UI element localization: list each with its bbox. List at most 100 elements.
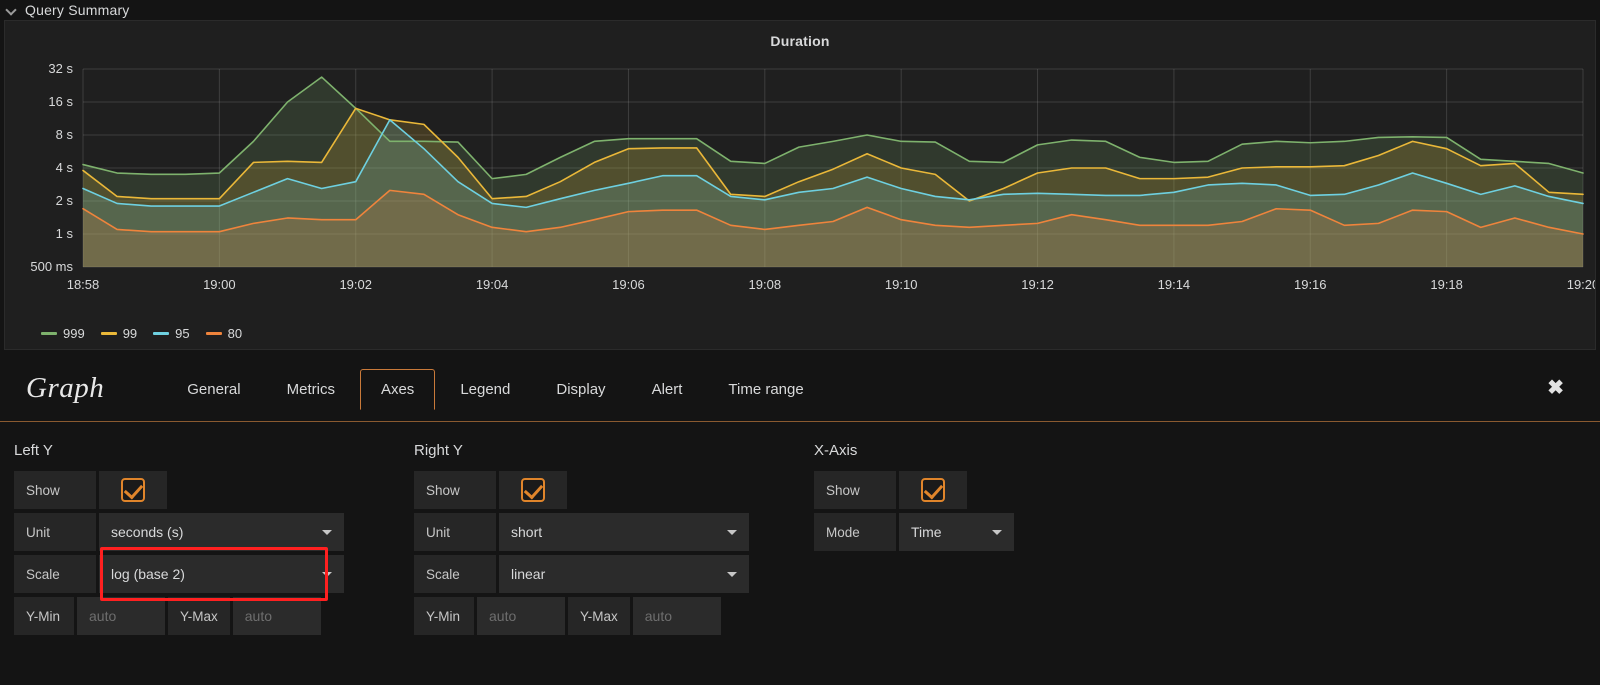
- x-tick-label: 18:58: [67, 277, 100, 292]
- left-y-unit-row: Unit seconds (s): [14, 513, 414, 551]
- x-axis-show-checkbox[interactable]: [921, 478, 945, 502]
- editor-tab-bar: Graph GeneralMetricsAxesLegendDisplayAle…: [0, 355, 1600, 422]
- tab-legend[interactable]: Legend: [439, 369, 531, 410]
- close-icon[interactable]: ✖: [1547, 378, 1564, 398]
- x-axis-mode-select[interactable]: Time: [899, 513, 1014, 551]
- x-axis-title: X-Axis: [814, 442, 1214, 459]
- tab-metrics[interactable]: Metrics: [266, 369, 356, 410]
- right-y-show-label: Show: [414, 471, 496, 509]
- right-y-ymin-input[interactable]: auto: [477, 597, 565, 635]
- x-tick-label: 19:00: [203, 277, 236, 292]
- legend-item[interactable]: 99: [101, 326, 137, 341]
- right-y-section: Right Y Show Unit short Scale: [414, 442, 814, 639]
- right-y-show-cell[interactable]: [499, 471, 567, 509]
- legend-label: 95: [175, 326, 189, 341]
- legend-color-swatch: [101, 332, 117, 335]
- left-y-ymin-input[interactable]: auto: [77, 597, 165, 635]
- x-axis-section: X-Axis Show Mode Time: [814, 442, 1214, 639]
- left-y-title: Left Y: [14, 442, 414, 459]
- x-axis-mode-row: Mode Time: [814, 513, 1214, 551]
- legend-label: 999: [63, 326, 85, 341]
- legend-item[interactable]: 95: [153, 326, 189, 341]
- right-y-title: Right Y: [414, 442, 814, 459]
- legend-color-swatch: [153, 332, 169, 335]
- y-tick-label: 2 s: [56, 193, 74, 208]
- x-tick-label: 19:10: [885, 277, 918, 292]
- panel-type-label: Graph: [0, 372, 164, 405]
- x-tick-label: 19:12: [1021, 277, 1054, 292]
- right-y-scale-row: Scale linear: [414, 555, 814, 593]
- row-title: Query Summary: [25, 2, 130, 18]
- left-y-unit-select[interactable]: seconds (s): [99, 513, 344, 551]
- editor-tabs: GeneralMetricsAxesLegendDisplayAlertTime…: [164, 368, 826, 409]
- y-tick-label: 1 s: [56, 226, 74, 241]
- left-y-scale-select[interactable]: log (base 2): [99, 555, 344, 593]
- left-y-ymax-label: Y-Max: [168, 597, 230, 635]
- legend-item[interactable]: 999: [41, 326, 85, 341]
- left-y-ymax-input[interactable]: auto: [233, 597, 321, 635]
- tab-axes[interactable]: Axes: [360, 369, 435, 410]
- legend-color-swatch: [206, 332, 222, 335]
- panel-editor: Graph GeneralMetricsAxesLegendDisplayAle…: [0, 355, 1600, 685]
- legend-label: 99: [123, 326, 137, 341]
- tab-time-range[interactable]: Time range: [707, 369, 824, 410]
- chevron-down-icon: [727, 572, 737, 577]
- right-y-show-row: Show: [414, 471, 814, 509]
- right-y-ymin-label: Y-Min: [414, 597, 474, 635]
- left-y-show-label: Show: [14, 471, 96, 509]
- chevron-down-icon: [992, 530, 1002, 535]
- right-y-minmax-row: Y-Min auto Y-Max auto: [414, 597, 814, 635]
- x-tick-label: 19:04: [476, 277, 509, 292]
- tab-alert[interactable]: Alert: [631, 369, 704, 410]
- chevron-down-icon: [322, 572, 332, 577]
- right-y-ymax-input[interactable]: auto: [633, 597, 721, 635]
- right-y-unit-select[interactable]: short: [499, 513, 749, 551]
- right-y-unit-label: Unit: [414, 513, 496, 551]
- panel-title: Duration: [5, 21, 1595, 49]
- right-y-scale-select[interactable]: linear: [499, 555, 749, 593]
- left-y-section: Left Y Show Unit seconds (s) Scale: [14, 442, 414, 639]
- x-axis-show-label: Show: [814, 471, 896, 509]
- y-tick-label: 4 s: [56, 160, 74, 175]
- legend-label: 80: [228, 326, 242, 341]
- left-y-unit-label: Unit: [14, 513, 96, 551]
- right-y-ymax-label: Y-Max: [568, 597, 630, 635]
- x-axis-show-row: Show: [814, 471, 1214, 509]
- graph-panel: Duration 32 s16 s8 s4 s2 s1 s500 ms18:58…: [4, 20, 1596, 350]
- right-y-scale-value: linear: [511, 566, 545, 582]
- legend-color-swatch: [41, 332, 57, 335]
- row-header[interactable]: Query Summary: [0, 0, 1600, 20]
- right-y-scale-label: Scale: [414, 555, 496, 593]
- left-y-show-cell[interactable]: [99, 471, 167, 509]
- left-y-ymin-label: Y-Min: [14, 597, 74, 635]
- chevron-down-icon[interactable]: [6, 5, 17, 16]
- x-tick-label: 19:20: [1567, 277, 1595, 292]
- tab-general[interactable]: General: [166, 369, 261, 410]
- x-tick-label: 19:16: [1294, 277, 1327, 292]
- left-y-scale-value: log (base 2): [111, 566, 185, 582]
- axes-settings: Left Y Show Unit seconds (s) Scale: [0, 422, 1600, 639]
- x-tick-label: 19:02: [339, 277, 372, 292]
- left-y-scale-row: Scale log (base 2): [14, 555, 414, 593]
- y-tick-label: 32 s: [48, 61, 73, 76]
- tab-display[interactable]: Display: [535, 369, 626, 410]
- left-y-scale-label: Scale: [14, 555, 96, 593]
- chevron-down-icon: [322, 530, 332, 535]
- duration-chart: 32 s16 s8 s4 s2 s1 s500 ms18:5819:0019:0…: [5, 57, 1595, 312]
- graph-plot-area[interactable]: 32 s16 s8 s4 s2 s1 s500 ms18:5819:0019:0…: [5, 57, 1595, 312]
- grafana-panel-editor: Query Summary Duration 32 s 16 s 8 s 4 s 2 s…: [0, 0, 1600, 685]
- left-y-minmax-row: Y-Min auto Y-Max auto: [14, 597, 414, 635]
- x-axis-show-cell[interactable]: [899, 471, 967, 509]
- x-axis-mode-label: Mode: [814, 513, 896, 551]
- left-y-unit-value: seconds (s): [111, 524, 183, 540]
- right-y-unit-row: Unit short: [414, 513, 814, 551]
- chart-legend: 999999580: [41, 326, 242, 341]
- left-y-show-checkbox[interactable]: [121, 478, 145, 502]
- y-tick-label: 8 s: [56, 127, 74, 142]
- x-axis-mode-value: Time: [911, 524, 942, 540]
- right-y-unit-value: short: [511, 524, 542, 540]
- right-y-show-checkbox[interactable]: [521, 478, 545, 502]
- left-y-show-row: Show: [14, 471, 414, 509]
- legend-item[interactable]: 80: [206, 326, 242, 341]
- y-tick-label: 16 s: [48, 94, 73, 109]
